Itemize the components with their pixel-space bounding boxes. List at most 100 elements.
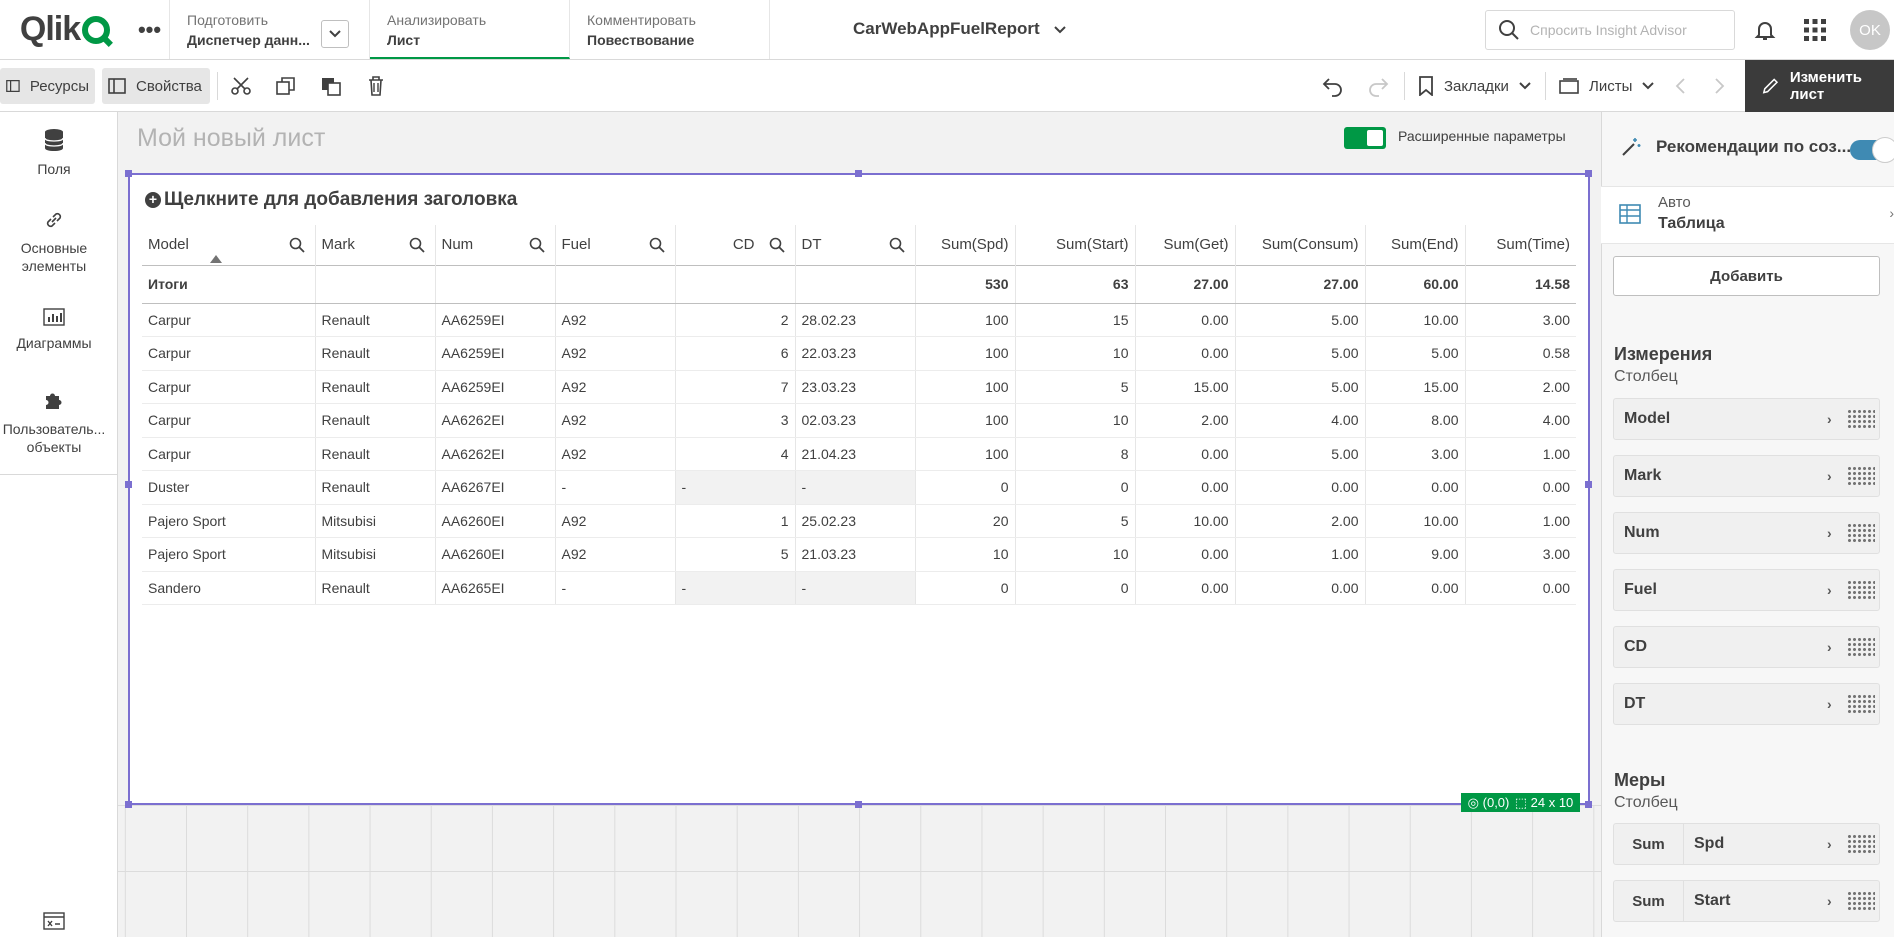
resize-handle[interactable]: [125, 170, 132, 177]
resize-handle[interactable]: [855, 801, 862, 808]
table-cell[interactable]: Renault: [315, 303, 436, 337]
sheet-title[interactable]: Мой новый лист: [137, 124, 325, 153]
visualization-picker[interactable]: Авто Таблица ›: [1601, 186, 1894, 244]
table-cell[interactable]: -: [795, 571, 916, 605]
insight-advisor-search[interactable]: Спросить Insight Advisor: [1485, 10, 1735, 50]
resize-handle[interactable]: [855, 170, 862, 177]
table-cell[interactable]: -: [675, 571, 796, 605]
resize-handle[interactable]: [125, 801, 132, 808]
master-items-item[interactable]: Основные элементы: [0, 209, 108, 275]
column-header-num[interactable]: Num: [435, 225, 556, 265]
column-header-sum-end[interactable]: Sum(End): [1365, 225, 1466, 265]
table-cell[interactable]: AA6259EI: [435, 303, 556, 337]
search-icon[interactable]: [649, 237, 665, 253]
column-header-model[interactable]: Model: [142, 225, 316, 265]
search-icon[interactable]: [529, 237, 545, 253]
undo-icon[interactable]: [1322, 75, 1344, 97]
table-cell[interactable]: A92: [555, 537, 676, 572]
table-cell[interactable]: Carpur: [142, 303, 316, 337]
paste-icon[interactable]: [320, 75, 342, 97]
aggregation-label[interactable]: Sum: [1614, 881, 1684, 921]
table-row[interactable]: Pajero Sport Mitsubisi AA6260EI A92 1 25.02.2…: [142, 504, 1576, 538]
measure-row[interactable]: Sum Spd ›: [1613, 823, 1880, 865]
column-header-cd[interactable]: CD: [675, 225, 796, 265]
measure-row[interactable]: Sum Start ›: [1613, 880, 1880, 922]
drag-handle-icon[interactable]: [1847, 891, 1875, 911]
table-cell[interactable]: 4: [675, 437, 796, 471]
table-cell[interactable]: 2: [675, 303, 796, 337]
table-cell[interactable]: Mitsubisi: [315, 504, 436, 538]
add-button[interactable]: Добавить: [1613, 256, 1880, 296]
table-cell[interactable]: -: [555, 470, 676, 505]
column-header-sum-time[interactable]: Sum(Time): [1465, 225, 1576, 265]
table-cell[interactable]: 28.02.23: [795, 303, 916, 337]
dimension-row[interactable]: Num ›: [1613, 512, 1880, 554]
table-cell[interactable]: 5: [675, 537, 796, 572]
column-header-sum-consum[interactable]: Sum(Consum): [1235, 225, 1366, 265]
table-cell[interactable]: Sandero: [142, 571, 316, 605]
search-icon[interactable]: [889, 237, 905, 253]
recommendations-switch[interactable]: [1850, 137, 1894, 163]
table-cell[interactable]: Duster: [142, 470, 316, 505]
table-cell[interactable]: Carpur: [142, 370, 316, 404]
table-cell[interactable]: 3: [675, 403, 796, 438]
table-cell[interactable]: Pajero Sport: [142, 537, 316, 572]
table-cell[interactable]: A92: [555, 370, 676, 404]
search-icon[interactable]: [289, 237, 305, 253]
more-menu-icon[interactable]: •••: [130, 0, 170, 59]
table-cell[interactable]: AA6262EI: [435, 437, 556, 471]
drag-handle-icon[interactable]: [1847, 409, 1875, 429]
table-cell[interactable]: Mitsubisi: [315, 537, 436, 572]
table-cell[interactable]: -: [675, 470, 796, 505]
table-cell[interactable]: A92: [555, 336, 676, 371]
aggregation-label[interactable]: Sum: [1614, 824, 1684, 864]
qlik-logo[interactable]: Qlik: [0, 0, 130, 59]
table-row[interactable]: Carpur Renault AA6259EI A92 7 23.03.23 100 5 15.…: [142, 370, 1576, 404]
table-cell[interactable]: Renault: [315, 403, 436, 438]
table-cell[interactable]: 7: [675, 370, 796, 404]
table-row[interactable]: Carpur Renault AA6262EI A92 3 02.03.23 100 10 2.…: [142, 403, 1576, 438]
table-cell[interactable]: AA6259EI: [435, 336, 556, 371]
search-icon[interactable]: [409, 237, 425, 253]
avatar[interactable]: OK: [1850, 10, 1890, 50]
tab-prepare[interactable]: Подготовить Диспетчер данн...: [170, 0, 370, 59]
properties-button[interactable]: Свойства: [102, 68, 210, 104]
table-cell[interactable]: Renault: [315, 470, 436, 505]
resize-handle[interactable]: [1585, 801, 1592, 808]
table-cell[interactable]: AA6265EI: [435, 571, 556, 605]
edit-sheet-button[interactable]: Изменить лист: [1745, 60, 1894, 112]
apps-grid-icon[interactable]: [1803, 18, 1827, 42]
table-cell[interactable]: 25.02.23: [795, 504, 916, 538]
table-cell[interactable]: Renault: [315, 437, 436, 471]
cut-icon[interactable]: [230, 75, 252, 97]
drag-handle-icon[interactable]: [1847, 834, 1875, 854]
search-icon[interactable]: [769, 237, 785, 253]
table-cell[interactable]: A92: [555, 403, 676, 438]
sheets-button[interactable]: Листы: [1553, 68, 1660, 104]
table-row[interactable]: Carpur Renault AA6262EI A92 4 21.04.23 100 8 0.0…: [142, 437, 1576, 471]
table-cell[interactable]: 23.03.23: [795, 370, 916, 404]
table-cell[interactable]: AA6260EI: [435, 504, 556, 538]
drag-handle-icon[interactable]: [1847, 694, 1875, 714]
table-cell[interactable]: -: [795, 470, 916, 505]
object-title[interactable]: + Щелкните для добавления заголовка: [145, 189, 517, 211]
table-cell[interactable]: AA6262EI: [435, 403, 556, 438]
table-cell[interactable]: A92: [555, 303, 676, 337]
table-cell[interactable]: 02.03.23: [795, 403, 916, 438]
table-cell[interactable]: -: [555, 571, 676, 605]
column-header-sum-get[interactable]: Sum(Get): [1135, 225, 1236, 265]
next-sheet-icon[interactable]: [1708, 75, 1730, 97]
table-cell[interactable]: Carpur: [142, 403, 316, 438]
table-cell[interactable]: 1: [675, 504, 796, 538]
fields-item[interactable]: Поля: [0, 128, 108, 178]
charts-item[interactable]: Диаграммы: [0, 308, 108, 352]
custom-objects-item[interactable]: Пользователь... объекты: [0, 390, 108, 456]
table-row[interactable]: Carpur Renault AA6259EI A92 2 28.02.23 100 15 0.…: [142, 303, 1576, 337]
bookmarks-button[interactable]: Закладки: [1412, 68, 1537, 104]
table-cell[interactable]: Renault: [315, 370, 436, 404]
drag-handle-icon[interactable]: [1847, 523, 1875, 543]
tab-narrate[interactable]: Комментировать Повествование: [570, 0, 770, 59]
table-row[interactable]: Sandero Renault AA6265EI - - -0 0 0.00 0.00 0.00 0…: [142, 571, 1576, 605]
column-header-dt[interactable]: DT: [795, 225, 916, 265]
drag-handle-icon[interactable]: [1847, 466, 1875, 486]
